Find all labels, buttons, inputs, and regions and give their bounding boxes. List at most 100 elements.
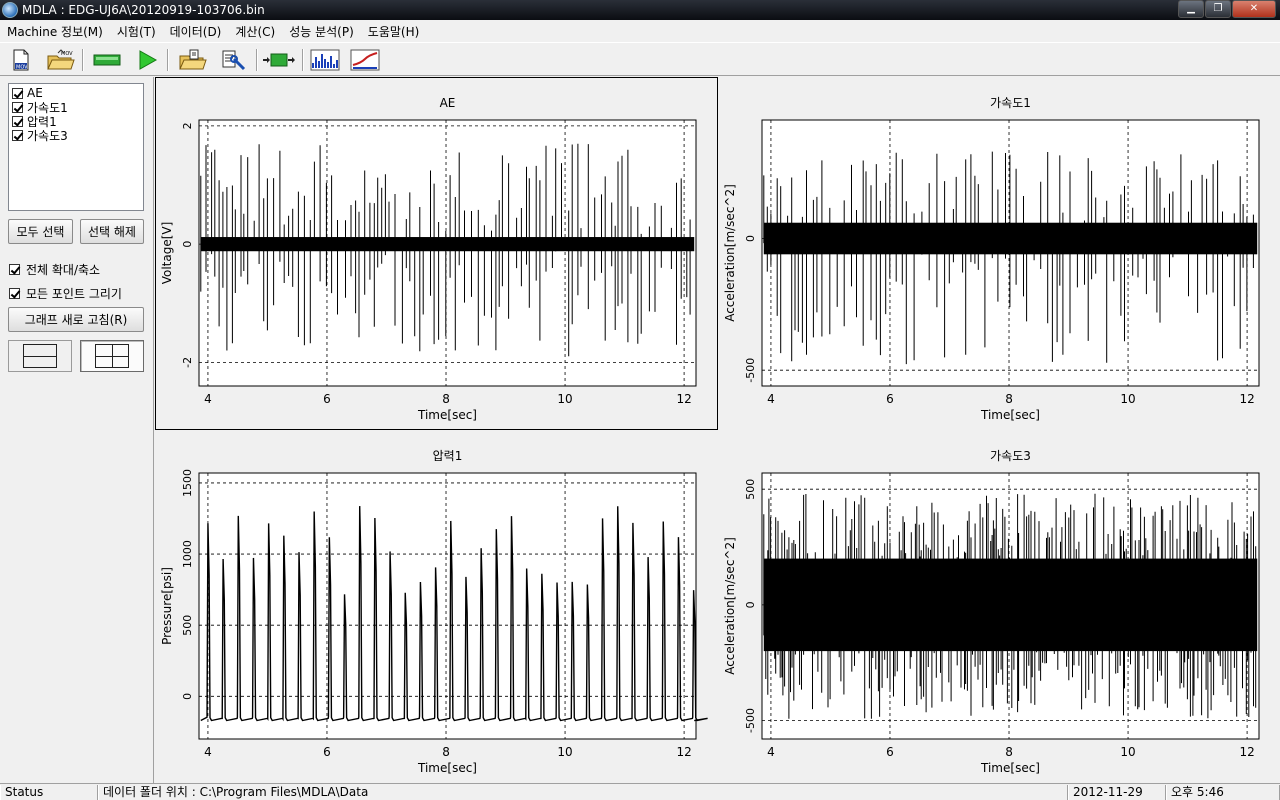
maximize-button[interactable]: ❐	[1205, 0, 1231, 18]
x-tick-label: 4	[767, 745, 775, 759]
settings-tool-icon[interactable]	[220, 48, 248, 72]
option-label: 모든 포인트 그리기	[26, 287, 122, 301]
plot-frame	[198, 472, 697, 740]
menu-help[interactable]: 도움말(H)	[361, 23, 427, 40]
mov-file-icon[interactable]: MOV	[8, 48, 34, 72]
checkbox[interactable]	[9, 264, 20, 275]
left-panel: AE 가속도1 압력1 가속도3 모두 선택 선택 해제 전체 확대/축소 모든…	[0, 77, 153, 783]
y-tick-label: -500	[744, 358, 757, 383]
draw-all-points-option[interactable]: 모든 포인트 그리기	[9, 285, 122, 302]
menu-test[interactable]: 시험(T)	[110, 23, 163, 40]
window-title: MDLA : EDG-UJ6A\20120919-103706.bin	[22, 3, 265, 17]
status-label: Status	[0, 785, 98, 800]
channel-label: 가속도3	[27, 128, 68, 143]
select-all-button[interactable]: 모두 선택	[8, 219, 73, 244]
toolbar: MOV MOV	[0, 42, 1280, 76]
export-icon[interactable]	[262, 48, 296, 72]
y-tick-label: 0	[181, 693, 194, 700]
y-tick-label: 1000	[181, 540, 194, 568]
four-grid-layout-icon	[95, 344, 129, 368]
y-tick-label: 1500	[181, 469, 194, 497]
menu-performance-analysis[interactable]: 성능 분석(P)	[282, 23, 361, 40]
x-tick-label: 12	[676, 745, 691, 759]
chart-title: 가속도1	[990, 96, 1031, 110]
chart-panel-accel3[interactable]: 4 6 8 10 12 500 0 -500 가속도3 Time[sec] Acceleration…	[718, 430, 1280, 783]
chart-title: AE	[440, 96, 456, 110]
two-row-layout-button[interactable]	[8, 340, 72, 372]
y-tick-label: 0	[744, 235, 757, 242]
chart-panel-ae[interactable]: 4 6 8 10 12 2 0 -2 AE Time[sec] Voltage[V]	[155, 77, 718, 430]
x-tick-label: 10	[557, 745, 572, 759]
open-folder-icon[interactable]	[178, 48, 208, 72]
series-noise-band	[763, 558, 1258, 652]
x-tick-label: 10	[1120, 392, 1135, 406]
data-folder-path: 데이터 폴더 위치 : C:\Program Files\MDLA\Data	[98, 785, 1068, 800]
close-button[interactable]: ✕	[1232, 0, 1276, 18]
minimize-button[interactable]: ▁	[1178, 0, 1204, 18]
chart-svg: 4 6 8 10 12 2 0 -2 AE Time[sec] Voltage[V]	[160, 96, 697, 422]
y-tick-label: 2	[181, 122, 194, 129]
chart-panel-pressure1[interactable]: 4 6 8 10 12 1500 1000 500 0 압력1 Time[sec] Pressure[…	[155, 430, 718, 783]
menu-bar: Machine 정보(M) 시험(T) 데이터(D) 계산(C) 성능 분석(P…	[0, 20, 1280, 42]
y-axis-label: Acceleration[m/sec^2]	[723, 537, 737, 675]
x-tick-label: 12	[1239, 392, 1254, 406]
x-tick-label: 12	[676, 392, 691, 406]
x-tick-label: 4	[767, 392, 775, 406]
x-tick-label: 10	[557, 392, 572, 406]
channel-item-accel3[interactable]: 가속도3	[12, 128, 68, 143]
y-tick-label: 0	[744, 601, 757, 608]
checkbox[interactable]	[12, 87, 23, 99]
plot-area: 4 6 8 10 12 2 0 -2 AE Time[sec] Voltage[V] 4 6 8 10 12…	[153, 77, 1280, 783]
channel-list[interactable]: AE 가속도1 압력1 가속도3	[8, 83, 144, 211]
green-bar-icon[interactable]	[92, 48, 122, 72]
play-icon[interactable]	[134, 48, 160, 72]
chart-svg: 4 6 8 10 12 0 -500 가속도1 Time[sec] Acceleration[m/…	[723, 96, 1260, 422]
four-grid-layout-button[interactable]	[80, 340, 144, 372]
menu-machine-info[interactable]: Machine 정보(M)	[0, 23, 110, 40]
chart-title: 압력1	[433, 449, 463, 463]
svg-text:MOV: MOV	[16, 65, 28, 71]
series-noise-band	[763, 222, 1258, 255]
x-tick-label: 8	[442, 745, 450, 759]
zoom-all-option[interactable]: 전체 확대/축소	[9, 261, 100, 278]
checkbox[interactable]	[12, 115, 23, 127]
series-noise-band	[200, 237, 695, 252]
x-tick-label: 6	[323, 745, 331, 759]
two-row-layout-icon	[23, 344, 57, 368]
window-controls: ▁ ❐ ✕	[1177, 0, 1276, 18]
chart-svg: 4 6 8 10 12 500 0 -500 가속도3 Time[sec] Acceleration…	[723, 449, 1260, 775]
x-axis-label: Time[sec]	[417, 761, 477, 775]
y-tick-label: 0	[181, 241, 194, 248]
chart-title: 가속도3	[990, 449, 1031, 463]
y-axis-label: Pressure[psi]	[160, 567, 174, 645]
refresh-graph-button[interactable]: 그래프 새로 고침(R)	[8, 307, 144, 332]
x-tick-label: 6	[323, 392, 331, 406]
checkbox[interactable]	[9, 288, 20, 299]
title-bar: MDLA : EDG-UJ6A\20120919-103706.bin ▁ ❐ …	[0, 0, 1280, 20]
open-mov-folder-icon[interactable]: MOV	[46, 48, 76, 72]
x-axis-label: Time[sec]	[417, 408, 477, 422]
y-tick-label: -500	[744, 708, 757, 733]
menu-calculate[interactable]: 계산(C)	[228, 23, 282, 40]
checkbox[interactable]	[12, 129, 23, 141]
y-tick-label: 500	[181, 615, 194, 636]
menu-data[interactable]: 데이터(D)	[163, 23, 229, 40]
x-tick-label: 12	[1239, 745, 1254, 759]
status-bar: Status 데이터 폴더 위치 : C:\Program Files\MDLA…	[0, 783, 1280, 800]
x-tick-label: 8	[1005, 745, 1013, 759]
app-icon	[2, 2, 18, 18]
chart-panel-accel1[interactable]: 4 6 8 10 12 0 -500 가속도1 Time[sec] Acceleration[m/…	[718, 77, 1280, 430]
status-date: 2012-11-29	[1068, 785, 1166, 800]
option-label: 전체 확대/축소	[26, 263, 101, 277]
deselect-button[interactable]: 선택 해제	[80, 219, 144, 244]
spectrum-icon[interactable]	[310, 48, 340, 72]
y-axis-label: Voltage[V]	[160, 222, 174, 285]
chart-svg: 4 6 8 10 12 1500 1000 500 0 압력1 Time[sec] Pressure[…	[160, 449, 708, 775]
x-tick-label: 4	[204, 392, 212, 406]
status-time: 오후 5:46	[1166, 785, 1280, 800]
x-tick-label: 4	[204, 745, 212, 759]
x-tick-label: 6	[886, 392, 894, 406]
trend-chart-icon[interactable]	[350, 48, 380, 72]
x-axis-label: Time[sec]	[980, 761, 1040, 775]
checkbox[interactable]	[12, 101, 23, 113]
